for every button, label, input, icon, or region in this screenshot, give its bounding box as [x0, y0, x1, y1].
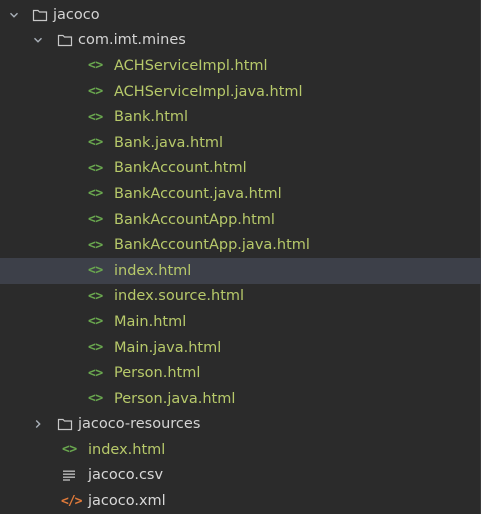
tree-file-label: Person.html	[114, 365, 201, 382]
tree-file-label: Main.html	[114, 313, 187, 330]
tree-file-index-source-html[interactable]: <> index.source.html	[0, 284, 481, 310]
tree-file-main-html[interactable]: <> Main.html	[0, 309, 481, 335]
xml-file-icon: </>	[61, 493, 83, 509]
tree-file-label: jacoco.xml	[88, 493, 166, 510]
folder-icon	[32, 2, 48, 28]
tree-file-achserviceimpl-java-html[interactable]: <> ACHServiceImpl.java.html	[0, 79, 481, 105]
tree-file-label: Main.java.html	[114, 339, 222, 356]
html-file-icon: <>	[62, 442, 77, 458]
tree-file-bankaccountapp-java-html[interactable]: <> BankAccountApp.java.html	[0, 232, 481, 258]
tree-file-label: ACHServiceImpl.java.html	[114, 83, 303, 100]
tree-file-bank-java-html[interactable]: <> Bank.java.html	[0, 130, 481, 156]
folder-icon	[57, 28, 73, 54]
html-file-icon: <>	[88, 340, 103, 356]
tree-file-bankaccountapp-html[interactable]: <> BankAccountApp.html	[0, 207, 481, 233]
project-tree: jacoco com.imt.mines <> ACHServiceImpl.h…	[0, 2, 481, 514]
tree-folder-jacoco-resources[interactable]: jacoco-resources	[0, 412, 481, 438]
tree-file-bankaccount-html[interactable]: <> BankAccount.html	[0, 156, 481, 182]
tree-file-label: Bank.html	[114, 109, 189, 126]
html-file-icon: <>	[88, 314, 103, 330]
html-file-icon: <>	[88, 212, 103, 228]
tree-file-person-html[interactable]: <> Person.html	[0, 360, 481, 386]
tree-file-label: BankAccountApp.java.html	[114, 237, 310, 254]
chevron-down-icon[interactable]	[8, 9, 20, 21]
project-tree-panel: jacoco com.imt.mines <> ACHServiceImpl.h…	[0, 0, 481, 514]
tree-file-label: index.html	[88, 441, 166, 458]
html-file-icon: <>	[88, 288, 103, 304]
tree-file-label: Person.java.html	[114, 390, 236, 407]
tree-file-main-java-html[interactable]: <> Main.java.html	[0, 335, 481, 361]
tree-file-person-java-html[interactable]: <> Person.java.html	[0, 386, 481, 412]
tree-file-label: jacoco.csv	[88, 467, 164, 484]
tree-file-label: BankAccount.java.html	[114, 185, 282, 202]
tree-file-jacoco-xml[interactable]: </> jacoco.xml	[0, 488, 481, 514]
tree-file-index-html-selected[interactable]: <> index.html	[0, 257, 481, 284]
html-file-icon: <>	[88, 84, 103, 100]
chevron-right-icon[interactable]	[32, 418, 44, 430]
tree-file-label: Bank.java.html	[114, 134, 224, 151]
tree-file-achserviceimpl-html[interactable]: <> ACHServiceImpl.html	[0, 53, 481, 79]
tree-folder-jacoco[interactable]: jacoco	[0, 2, 481, 28]
html-file-icon: <>	[88, 391, 103, 407]
tree-file-label: index.source.html	[114, 288, 245, 305]
tree-file-root-index-html[interactable]: <> index.html	[0, 437, 481, 463]
html-file-icon: <>	[88, 237, 103, 253]
html-file-icon: <>	[88, 58, 103, 74]
tree-file-label: BankAccountApp.html	[114, 211, 275, 228]
folder-icon	[57, 412, 73, 438]
html-file-icon: <>	[88, 263, 103, 279]
html-file-icon: <>	[88, 186, 103, 202]
tree-file-label: BankAccount.html	[114, 160, 247, 177]
tree-file-jacoco-csv[interactable]: jacoco.csv	[0, 463, 481, 489]
chevron-down-icon[interactable]	[32, 34, 44, 46]
html-file-icon: <>	[88, 160, 103, 176]
tree-folder-label: jacoco	[53, 6, 100, 23]
csv-file-icon	[62, 463, 76, 489]
html-file-icon: <>	[88, 109, 103, 125]
tree-file-bankaccount-java-html[interactable]: <> BankAccount.java.html	[0, 181, 481, 207]
html-file-icon: <>	[88, 135, 103, 151]
html-file-icon: <>	[88, 365, 103, 381]
tree-folder-com-imt-mines[interactable]: com.imt.mines	[0, 28, 481, 54]
tree-folder-label: com.imt.mines	[78, 32, 186, 49]
tree-file-label: index.html	[114, 262, 192, 279]
tree-file-label: ACHServiceImpl.html	[114, 57, 268, 74]
tree-file-bank-html[interactable]: <> Bank.html	[0, 104, 481, 130]
tree-folder-label: jacoco-resources	[78, 416, 201, 433]
